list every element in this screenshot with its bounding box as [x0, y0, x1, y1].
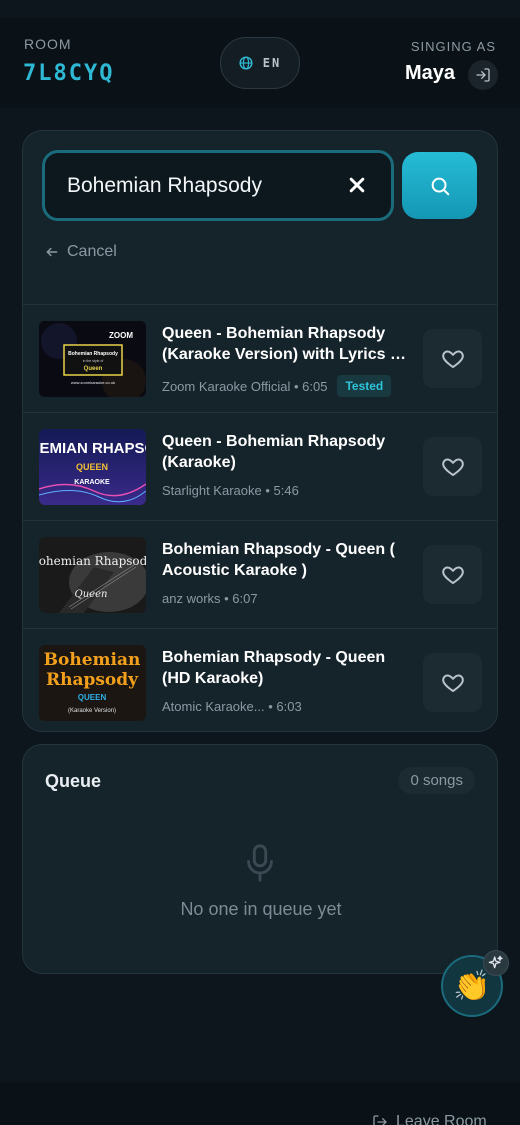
- effects-button[interactable]: [483, 950, 509, 976]
- result-title-line1: Bohemian Rhapsody - Queen: [162, 649, 386, 666]
- result-title: Queen - Bohemian Rhapsody (Karaoke Versi…: [162, 323, 410, 365]
- search-button[interactable]: [402, 152, 477, 219]
- user-name: Maya: [405, 62, 456, 84]
- favorite-button[interactable]: [423, 545, 482, 604]
- result-item[interactable]: ZOOM Bohemian Rhapsody in the style of Q…: [23, 304, 497, 412]
- result-channel-duration: Zoom Karaoke Official • 6:05: [162, 378, 328, 394]
- room-code: 7L8CYQ: [23, 61, 115, 86]
- footer: Leave Room: [0, 1083, 520, 1125]
- leave-room-label: Leave Room: [396, 1113, 487, 1125]
- favorite-button[interactable]: [423, 329, 482, 388]
- result-title-line2: (Karaoke): [162, 454, 236, 471]
- result-title: Bohemian Rhapsody - Queen ( Acoustic Kar…: [162, 539, 410, 581]
- result-channel-duration: Atomic Karaoke... • 6:03: [162, 699, 302, 714]
- video-thumbnail: ZOOM Bohemian Rhapsody in the style of Q…: [39, 321, 146, 397]
- login-icon: [476, 68, 490, 82]
- result-title-line1: Queen - Bohemian Rhapsody: [162, 325, 386, 342]
- thumb-artist-text: QUEEN: [76, 462, 108, 472]
- thumb-title-text: Bohemian Rhapsody: [39, 554, 146, 568]
- result-title-line2: Acoustic Karaoke ): [162, 562, 307, 579]
- clear-icon[interactable]: [347, 175, 367, 195]
- sparkles-icon: [488, 955, 503, 969]
- favorite-button[interactable]: [423, 437, 482, 496]
- heart-icon: [441, 566, 464, 584]
- queue-card: Queue 0 songs No one in queue yet: [22, 744, 498, 974]
- thumb-title-text: Bohemian: [44, 650, 141, 670]
- cancel-label: Cancel: [67, 243, 117, 260]
- logout-icon: [373, 1115, 387, 1125]
- thumb-logo-text: ZOOM: [109, 331, 133, 340]
- thumb-title-text-2: Rhapsody: [46, 670, 139, 690]
- result-title: Queen - Bohemian Rhapsody (Karaoke): [162, 431, 410, 473]
- result-meta: Atomic Karaoke... • 6:03: [162, 699, 302, 714]
- language-code: EN: [262, 56, 282, 70]
- thumb-sub-text: (Karaoke Version): [68, 708, 116, 714]
- heart-icon: [441, 458, 464, 476]
- top-bar: ROOM 7L8CYQ EN SINGING AS Maya: [0, 18, 520, 108]
- globe-icon: [239, 56, 253, 70]
- video-thumbnail: OHEMIAN RHAPSOD QUEEN KARAOKE: [39, 429, 146, 505]
- thumb-artist-text: QUEEN: [78, 693, 107, 702]
- result-meta: Starlight Karaoke • 5:46: [162, 483, 299, 498]
- singing-as-label: SINGING AS: [410, 39, 496, 54]
- cancel-button[interactable]: Cancel: [45, 243, 117, 261]
- heart-icon: [441, 350, 464, 368]
- arrow-left-icon: [46, 247, 58, 257]
- room-label: ROOM: [24, 36, 72, 52]
- search-icon: [431, 177, 449, 195]
- result-title-line1: Queen - Bohemian Rhapsody: [162, 433, 386, 450]
- video-thumbnail: Bohemian Rhapsody Queen: [39, 537, 146, 613]
- queue-title: Queue: [45, 771, 102, 791]
- tested-badge: Tested: [337, 375, 392, 397]
- result-channel-duration: Starlight Karaoke • 5:46: [162, 483, 299, 498]
- thumb-artist-text: Queen: [75, 589, 108, 600]
- clapping-hands-icon: 👏: [453, 969, 491, 1003]
- microphone-icon: [247, 844, 273, 882]
- result-title-line2: (HD Karaoke): [162, 670, 264, 687]
- thumb-title-text: OHEMIAN RHAPSOD: [39, 440, 146, 457]
- thumb-sub-text: in the style of: [83, 359, 104, 363]
- favorite-button[interactable]: [423, 653, 482, 712]
- result-meta: anz works • 6:07: [162, 591, 258, 606]
- heart-icon: [441, 674, 464, 692]
- video-thumbnail: Bohemian Rhapsody QUEEN (Karaoke Version…: [39, 645, 146, 721]
- leave-room-button[interactable]: Leave Room: [372, 1113, 487, 1125]
- result-item[interactable]: OHEMIAN RHAPSOD QUEEN KARAOKE Queen - Bo…: [23, 412, 497, 520]
- result-title: Bohemian Rhapsody - Queen (HD Karaoke): [162, 647, 410, 689]
- language-button[interactable]: EN: [220, 37, 300, 89]
- result-meta: Zoom Karaoke Official • 6:05 Tested: [162, 375, 392, 397]
- change-user-button[interactable]: [468, 60, 498, 90]
- search-results: ZOOM Bohemian Rhapsody in the style of Q…: [23, 304, 497, 731]
- result-item[interactable]: Bohemian Rhapsody Queen Bohemian Rhapsod…: [23, 520, 497, 628]
- result-channel-duration: anz works • 6:07: [162, 591, 258, 606]
- thumb-title-text: Bohemian Rhapsody: [68, 351, 118, 357]
- thumb-artist-text: Queen: [84, 366, 103, 372]
- search-input[interactable]: [67, 173, 337, 198]
- thumb-sub-text: KARAOKE: [74, 479, 110, 486]
- queue-empty-message: No one in queue yet: [180, 899, 342, 919]
- thumb-url-text: www.zoomkaraoke.co.uk: [71, 380, 115, 385]
- search-field[interactable]: [42, 150, 394, 221]
- result-title-line1: Bohemian Rhapsody - Queen (: [162, 541, 395, 558]
- result-title-line2: (Karaoke Version) with Lyrics O...: [162, 346, 410, 363]
- result-item[interactable]: Bohemian Rhapsody QUEEN (Karaoke Version…: [23, 628, 497, 731]
- search-card: Cancel ZOOM Bohemian Rhapsody in the sty…: [22, 130, 498, 732]
- queue-count-badge: 0 songs: [398, 767, 475, 794]
